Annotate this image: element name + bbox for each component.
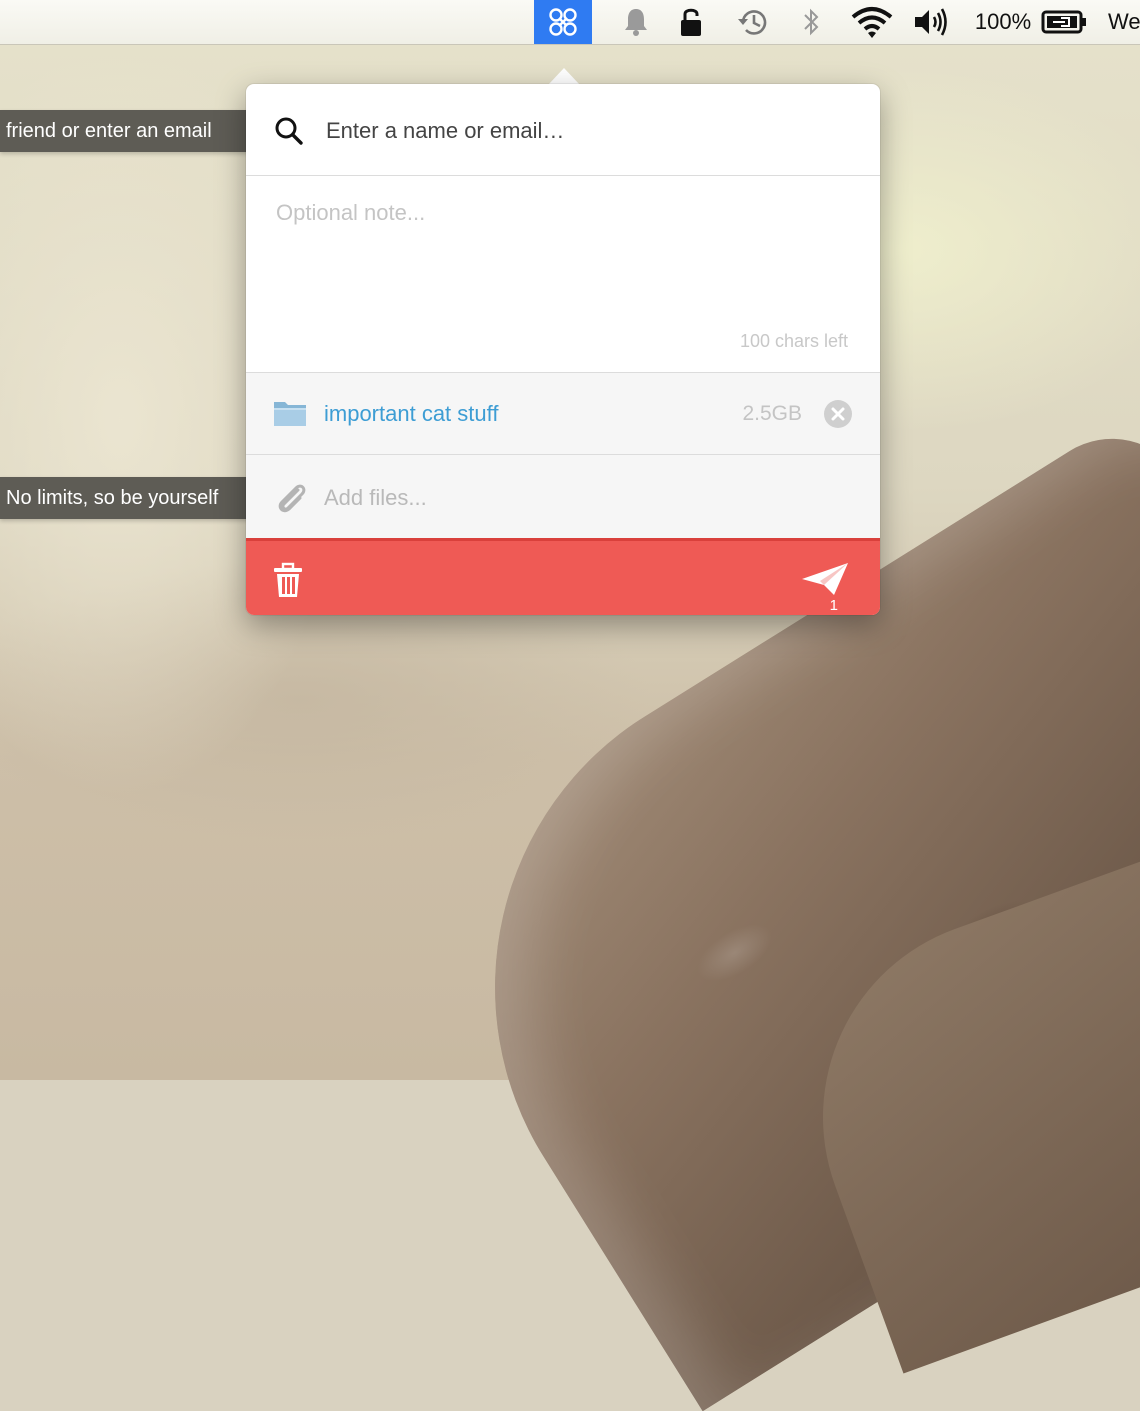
app-menu-extra[interactable] xyxy=(534,0,592,44)
file-item[interactable]: important cat stuff 2.5GB xyxy=(246,373,880,455)
lock-menu[interactable] xyxy=(672,0,710,44)
file-name: important cat stuff xyxy=(324,401,499,426)
battery-menu[interactable] xyxy=(1040,0,1088,44)
menu-bar: 100% We xyxy=(0,0,1140,45)
add-files-button[interactable]: Add files... xyxy=(246,455,880,538)
recipient-input[interactable] xyxy=(324,112,848,150)
app-icon xyxy=(549,8,577,36)
action-bar: 1 xyxy=(246,538,880,615)
chars-left-counter: 100 chars left xyxy=(739,331,848,351)
lock-icon xyxy=(681,8,701,36)
notifications-menu[interactable] xyxy=(616,0,656,44)
send-button[interactable]: 1 xyxy=(798,559,862,614)
close-icon xyxy=(831,407,845,421)
send-count-badge: 1 xyxy=(829,597,838,614)
volume-icon xyxy=(915,8,947,36)
delete-button[interactable] xyxy=(268,561,308,601)
popover-arrow xyxy=(548,68,580,85)
note-row: 100 chars left xyxy=(246,176,880,373)
remove-file-button[interactable] xyxy=(824,400,852,428)
wifi-icon xyxy=(851,7,893,38)
search-tooltip: friend or enter an email xyxy=(0,110,262,152)
battery-icon xyxy=(1041,10,1086,34)
time-machine-menu[interactable] xyxy=(730,0,776,44)
recipient-row xyxy=(246,84,880,176)
paperclip-icon xyxy=(278,484,306,513)
battery-percentage[interactable]: 100% xyxy=(970,0,1036,44)
volume-menu[interactable] xyxy=(910,0,952,44)
clock-menu[interactable]: We xyxy=(1108,0,1140,44)
files-tooltip: No limits, so be yourself xyxy=(0,477,262,519)
share-popover: 100 chars left important cat stuff 2.5GB… xyxy=(246,84,880,615)
search-icon xyxy=(275,117,303,145)
add-files-label: Add files... xyxy=(324,485,427,510)
bell-icon xyxy=(625,9,647,36)
file-size: 2.5GB xyxy=(742,402,802,425)
wifi-menu[interactable] xyxy=(848,0,896,44)
time-machine-icon xyxy=(738,10,767,35)
paper-plane-icon xyxy=(802,563,848,595)
search-tooltip-text: friend or enter an email xyxy=(6,119,212,142)
bluetooth-menu[interactable] xyxy=(796,0,826,44)
bluetooth-icon xyxy=(804,8,819,36)
note-textarea[interactable] xyxy=(274,198,848,312)
trash-icon xyxy=(274,562,302,597)
folder-icon xyxy=(274,402,306,426)
files-tooltip-text: No limits, so be yourself xyxy=(6,486,219,509)
